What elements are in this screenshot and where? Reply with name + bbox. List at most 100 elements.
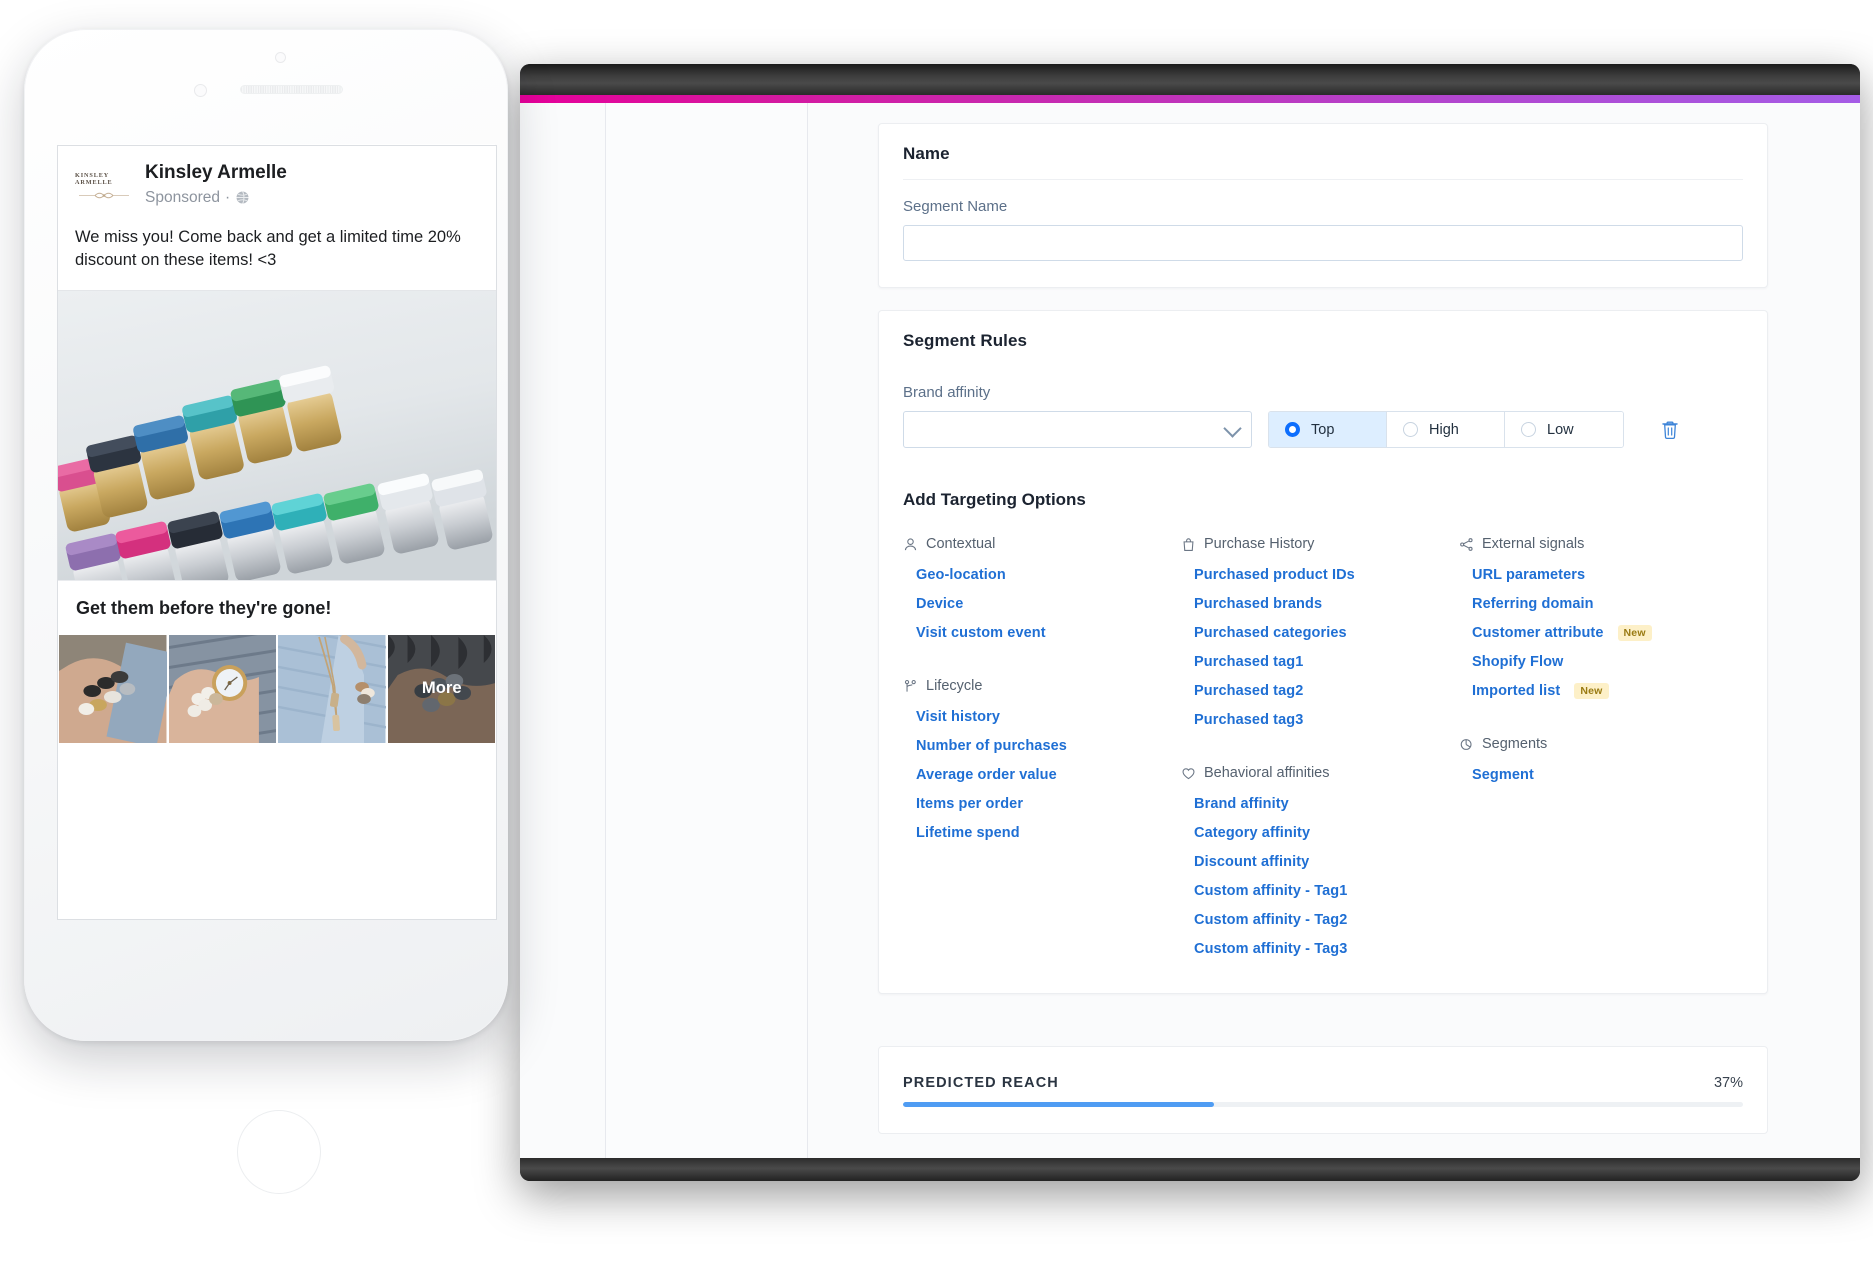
- predicted-reach-label: PREDICTED REACH: [903, 1075, 1059, 1091]
- affinity-level-low[interactable]: Low: [1505, 412, 1623, 447]
- new-badge: New: [1617, 624, 1652, 641]
- group-heading-segments: Segments: [1459, 736, 1719, 752]
- group-heading-behavioral-affinities: Behavioral affinities: [1181, 765, 1459, 781]
- delete-rule-button[interactable]: [1660, 419, 1680, 441]
- chevron-down-icon: [1223, 418, 1242, 438]
- ad-thumbnail-1[interactable]: [59, 634, 167, 743]
- ad-thumbnail-2[interactable]: [168, 634, 276, 743]
- group-heading-label: Lifecycle: [926, 678, 983, 694]
- group-heading-label: Contextual: [926, 536, 996, 552]
- group-heading-contextual: Contextual: [903, 536, 1181, 552]
- pie-icon: [1460, 738, 1472, 750]
- targeting-option-row: Shopify Flow: [1459, 647, 1719, 676]
- targeting-option-row: Custom affinity - Tag3: [1181, 934, 1459, 963]
- browser-viewport: Name Segment Name Segment Rules Brand af…: [520, 103, 1860, 1158]
- thumbnail-image: [59, 634, 167, 743]
- targeting-option-row: Items per order: [903, 789, 1181, 818]
- targeting-option-geo-location[interactable]: Geo-location: [916, 560, 1006, 589]
- targeting-option-discount-affinity[interactable]: Discount affinity: [1194, 847, 1309, 876]
- targeting-option-custom-affinity-tag1[interactable]: Custom affinity - Tag1: [1194, 876, 1347, 905]
- targeting-option-row: Purchased categories: [1181, 618, 1459, 647]
- affinity-level-top[interactable]: Top: [1269, 412, 1387, 447]
- targeting-option-row: Geo-location: [903, 560, 1181, 589]
- radio-icon: [1403, 422, 1418, 437]
- ad-thumbnail-4[interactable]: More: [387, 634, 495, 743]
- advertiser-logo: KINSLEY ARMELLE: [75, 162, 133, 212]
- targeting-option-imported-list[interactable]: Imported list: [1472, 676, 1560, 705]
- targeting-option-purchased-tag2[interactable]: Purchased tag2: [1194, 676, 1303, 705]
- affinity-level-high[interactable]: High: [1387, 412, 1505, 447]
- segment-name-input[interactable]: [903, 225, 1743, 261]
- targeting-option-row: Visit history: [903, 702, 1181, 731]
- advertiser-logo-text: KINSLEY ARMELLE: [75, 172, 113, 186]
- targeting-option-row: Referring domain: [1459, 589, 1719, 618]
- ad-thumbnail-3[interactable]: [278, 634, 386, 743]
- screenshot-stage: Name Segment Name Segment Rules Brand af…: [0, 0, 1873, 1271]
- targeting-option-row: Category affinity: [1181, 818, 1459, 847]
- ad-body-text: We miss you! Come back and get a limited…: [75, 228, 461, 270]
- ad-thumbnail-strip: More: [58, 634, 496, 743]
- targeting-option-segment[interactable]: Segment: [1472, 760, 1534, 789]
- predicted-reach-card: PREDICTED REACH 37%: [878, 1046, 1768, 1134]
- targeting-option-row: URL parameters: [1459, 560, 1719, 589]
- targeting-option-lifetime-spend[interactable]: Lifetime spend: [916, 818, 1020, 847]
- targeting-option-brand-affinity[interactable]: Brand affinity: [1194, 789, 1289, 818]
- thumbnail-image: [278, 634, 386, 743]
- targeting-option-row: Imported list New: [1459, 676, 1719, 705]
- predicted-reach-value: 37%: [1713, 1075, 1743, 1091]
- group-heading-label: External signals: [1482, 536, 1585, 552]
- app-icon-rail: [520, 103, 606, 1158]
- targeting-option-visit-custom-event[interactable]: Visit custom event: [916, 618, 1046, 647]
- separator-dot: ·: [224, 188, 231, 206]
- ad-footer: [58, 742, 496, 783]
- segment-editor-content[interactable]: Name Segment Name Segment Rules Brand af…: [808, 103, 1860, 1158]
- targeting-option-url-parameters[interactable]: URL parameters: [1472, 560, 1585, 589]
- brand-affinity-select[interactable]: [903, 411, 1252, 448]
- more-label: More: [421, 678, 461, 697]
- targeting-option-purchased-tag3[interactable]: Purchased tag3: [1194, 705, 1303, 734]
- targeting-option-row: Device: [903, 589, 1181, 618]
- ad-hero-image[interactable]: [58, 289, 496, 580]
- targeting-option-purchased-product-ids[interactable]: Purchased product IDs: [1194, 560, 1355, 589]
- affinity-level-high-label: High: [1429, 421, 1459, 438]
- targeting-option-row: Custom affinity - Tag1: [1181, 876, 1459, 905]
- targeting-option-shopify-flow[interactable]: Shopify Flow: [1472, 647, 1563, 676]
- group-heading-purchase-history: Purchase History: [1181, 536, 1459, 552]
- predicted-reach-track: [903, 1102, 1743, 1107]
- group-heading-label: Behavioral affinities: [1204, 765, 1330, 781]
- affinity-level-low-label: Low: [1547, 421, 1574, 438]
- targeting-option-device[interactable]: Device: [916, 589, 963, 618]
- thumbnail-image: More: [387, 634, 495, 743]
- targeting-option-row: Purchased tag2: [1181, 676, 1459, 705]
- facebook-ad-post: KINSLEY ARMELLE Kinsley Armelle Sponsore…: [57, 145, 497, 920]
- segment-rule-row: Top High Low: [903, 411, 1743, 448]
- targeting-option-row: Segment: [1459, 760, 1719, 789]
- targeting-option-number-of-purchases[interactable]: Number of purchases: [916, 731, 1067, 760]
- tablet-device: Name Segment Name Segment Rules Brand af…: [520, 64, 1860, 1181]
- targeting-option-average-order-value[interactable]: Average order value: [916, 760, 1057, 789]
- targeting-option-purchased-tag1[interactable]: Purchased tag1: [1194, 647, 1303, 676]
- radio-icon: [1285, 422, 1300, 437]
- targeting-option-referring-domain[interactable]: Referring domain: [1472, 589, 1594, 618]
- earpiece-speaker: [240, 85, 343, 94]
- targeting-option-customer-attribute[interactable]: Customer attribute: [1472, 618, 1604, 647]
- share-icon: [1460, 537, 1473, 551]
- person-icon: [904, 537, 917, 550]
- targeting-option-row: Customer attribute New: [1459, 618, 1719, 647]
- targeting-option-custom-affinity-tag2[interactable]: Custom affinity - Tag2: [1194, 905, 1347, 934]
- front-camera-icon: [194, 84, 207, 97]
- targeting-option-row: Visit custom event: [903, 618, 1181, 647]
- proximity-sensor-icon: [275, 52, 286, 63]
- targeting-option-custom-affinity-tag3[interactable]: Custom affinity - Tag3: [1194, 934, 1347, 963]
- targeting-option-visit-history[interactable]: Visit history: [916, 702, 1000, 731]
- targeting-option-row: Purchased tag1: [1181, 647, 1459, 676]
- targeting-option-purchased-brands[interactable]: Purchased brands: [1194, 589, 1322, 618]
- targeting-option-purchased-categories[interactable]: Purchased categories: [1194, 618, 1347, 647]
- targeting-option-items-per-order[interactable]: Items per order: [916, 789, 1023, 818]
- heart-icon: [1182, 767, 1195, 779]
- sponsored-label: Sponsored: [145, 188, 220, 206]
- group-heading-label: Purchase History: [1204, 536, 1315, 552]
- targeting-option-category-affinity[interactable]: Category affinity: [1194, 818, 1310, 847]
- globe-icon: [236, 191, 249, 205]
- home-button[interactable]: [237, 1110, 321, 1194]
